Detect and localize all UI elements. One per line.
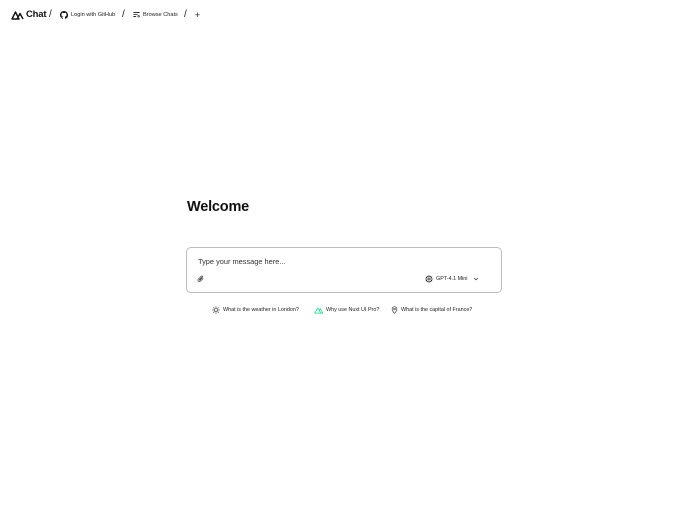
welcome-heading: Welcome: [187, 199, 249, 215]
breadcrumb-separator: /: [122, 9, 125, 20]
suggestion-nuxt[interactable]: Why use Nuxt UI Pro?: [314, 304, 379, 316]
suggestion-capital[interactable]: What is the capital of France?: [391, 304, 472, 316]
chevron-down-icon: [473, 276, 479, 282]
login-github-button[interactable]: Login with GitHub: [60, 8, 115, 21]
breadcrumb-separator: /: [184, 9, 187, 20]
map-pin-icon: [391, 306, 398, 314]
message-input[interactable]: [198, 257, 488, 269]
list-filter-icon: [133, 11, 140, 18]
openai-icon: [425, 275, 433, 283]
github-icon: [60, 10, 68, 19]
suggestion-weather[interactable]: What is the weather in London?: [212, 304, 299, 316]
logo-text: Chat: [26, 9, 47, 20]
browse-chats-button[interactable]: Browse Chats: [133, 8, 178, 21]
browse-chats-label: Browse Chats: [143, 11, 178, 18]
model-select[interactable]: GPT-4.1 Mini: [425, 274, 479, 284]
sun-icon: [212, 306, 220, 314]
logo-icon: [11, 10, 24, 20]
suggestion-label: What is the weather in London?: [223, 307, 299, 313]
chat-composer: GPT-4.1 Mini: [186, 247, 502, 293]
breadcrumb-separator: /: [49, 9, 52, 20]
suggestion-list: What is the weather in London? Why use N…: [0, 304, 688, 316]
suggestion-label: Why use Nuxt UI Pro?: [326, 307, 380, 313]
attach-button[interactable]: [196, 274, 206, 284]
suggestion-label: What is the capital of France?: [401, 307, 473, 313]
model-label: GPT-4.1 Mini: [436, 276, 468, 282]
logo[interactable]: Chat: [11, 8, 47, 21]
login-github-label: Login with GitHub: [71, 11, 116, 18]
nuxt-icon: [314, 307, 323, 314]
top-bar: Chat / Login with GitHub / Browse Chats …: [0, 0, 688, 28]
paperclip-icon: [197, 275, 205, 283]
new-chat-button[interactable]: +: [193, 8, 202, 21]
